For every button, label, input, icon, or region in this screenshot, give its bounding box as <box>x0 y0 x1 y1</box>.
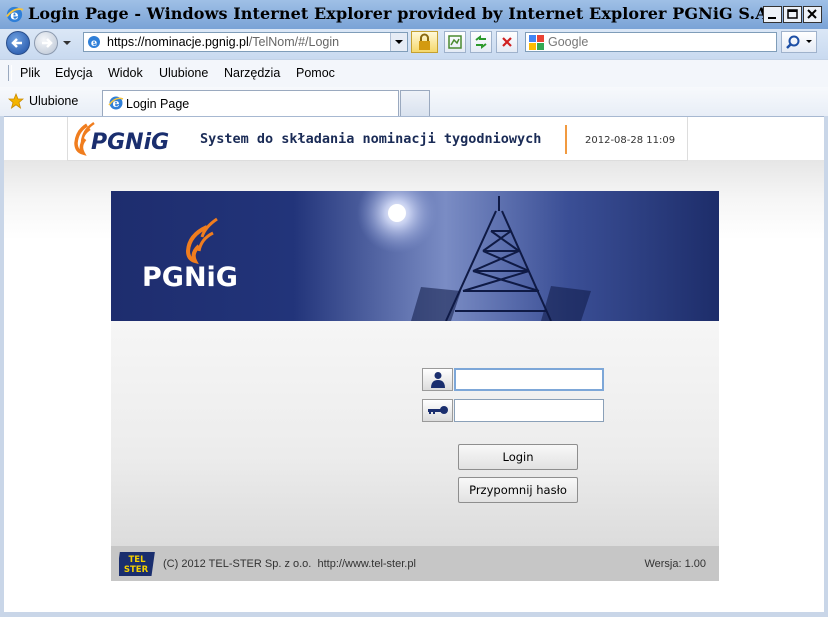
user-icon <box>431 372 445 388</box>
tab-label: Login Page <box>126 97 190 111</box>
page-icon: e <box>88 36 100 49</box>
address-path: /TelNom/#/Login <box>248 35 340 49</box>
menu-grip <box>8 65 12 81</box>
ie-page-icon: e <box>108 96 124 110</box>
ie-icon: e <box>6 6 24 23</box>
menu-view[interactable]: Widok <box>108 66 143 80</box>
recent-pages-chevron-icon[interactable] <box>62 38 72 48</box>
compatibility-view-button[interactable] <box>444 31 466 53</box>
username-input[interactable] <box>454 368 604 391</box>
refresh-icon <box>475 35 487 49</box>
page-footer: TEL STER (C) 2012 TEL-STER Sp. z o.o. ht… <box>111 546 719 581</box>
svg-text:STER: STER <box>124 565 149 575</box>
version-label: Wersja: 1.00 <box>644 558 706 570</box>
menu-edit[interactable]: Edycja <box>55 66 93 80</box>
login-button[interactable]: Login <box>458 444 578 470</box>
menu-bar: Plik Edycja Widok Ulubione Narzędzia Pom… <box>0 59 828 88</box>
maximize-button[interactable] <box>783 6 802 23</box>
menu-help[interactable]: Pomoc <box>296 66 335 80</box>
pgnig-banner: PGNiG <box>111 191 719 321</box>
stop-button[interactable] <box>496 31 518 53</box>
password-field <box>422 399 604 422</box>
svg-text:TEL: TEL <box>128 555 146 565</box>
search-box[interactable]: Google <box>525 32 777 52</box>
search-button[interactable] <box>781 31 817 53</box>
address-dropdown[interactable] <box>390 33 407 51</box>
pgnig-logo: PGNiG <box>74 121 169 156</box>
address-host: https://nominacje.pgnig.pl <box>107 35 249 49</box>
header-datetime: 2012-08-28 11:09 <box>585 135 676 146</box>
header-separator <box>565 125 567 154</box>
star-icon <box>8 93 24 109</box>
lock-icon <box>419 33 430 50</box>
close-button[interactable] <box>803 6 822 23</box>
address-url: https://nominacje.pgnig.pl/TelNom/#/Logi… <box>107 35 339 49</box>
compatibility-icon <box>448 35 462 49</box>
arrow-left-icon <box>11 38 22 48</box>
key-icon-box <box>422 399 453 422</box>
copyright-text: (C) 2012 TEL-STER Sp. z o.o. <box>163 558 312 570</box>
page-viewport: PGNiG System do składania nominacji tygo… <box>4 117 824 612</box>
forward-button[interactable] <box>34 31 58 55</box>
menu-favorites[interactable]: Ulubione <box>159 66 208 80</box>
security-lock-button[interactable] <box>411 31 438 53</box>
footer-link[interactable]: http://www.tel-ster.pl <box>317 558 415 570</box>
back-button[interactable] <box>6 31 30 55</box>
header-logo-text: PGNiG <box>91 130 169 155</box>
user-icon-box <box>422 368 453 391</box>
menu-tools[interactable]: Narzędzia <box>224 66 280 80</box>
window-title: Login Page - Windows Internet Explorer p… <box>28 4 774 23</box>
login-panel: PGNiG Login Przypomnij hasło TEL STER (C… <box>111 191 719 581</box>
tab-login-page[interactable]: e Login Page <box>102 90 399 116</box>
minimize-icon <box>768 17 776 19</box>
key-icon <box>428 406 448 414</box>
google-icon <box>529 35 544 50</box>
login-form: Login Przypomnij hasło <box>111 321 719 546</box>
arrow-right-icon <box>42 38 53 48</box>
page-header: PGNiG System do składania nominacji tygo… <box>67 117 688 161</box>
footer-copyright: (C) 2012 TEL-STER Sp. z o.o. http://www.… <box>163 558 416 570</box>
refresh-button[interactable] <box>470 31 492 53</box>
menu-file[interactable]: Plik <box>20 66 40 80</box>
window-border-bottom <box>0 612 828 617</box>
stop-icon <box>502 37 512 47</box>
remind-password-button[interactable]: Przypomnij hasło <box>458 477 578 503</box>
new-tab-button[interactable] <box>400 90 430 116</box>
window-border-right <box>824 116 828 617</box>
svg-text:e: e <box>91 38 97 49</box>
telster-logo: TEL STER <box>119 552 155 576</box>
app-title: System do składania nominacji tygodniowy… <box>200 131 542 147</box>
chevron-down-icon <box>395 40 403 44</box>
magnifier-icon <box>786 35 812 49</box>
close-icon <box>807 9 817 19</box>
favorites-button[interactable]: Ulubione <box>29 94 78 108</box>
maximize-icon <box>787 9 798 19</box>
search-placeholder: Google <box>548 35 589 49</box>
username-field <box>422 368 604 391</box>
address-bar[interactable]: e https://nominacje.pgnig.pl/TelNom/#/Lo… <box>83 32 408 52</box>
password-input[interactable] <box>454 399 604 422</box>
banner-logo-text: PGNiG <box>142 262 238 293</box>
window-titlebar: e Login Page - Windows Internet Explorer… <box>0 0 828 30</box>
minimize-button[interactable] <box>763 6 782 23</box>
